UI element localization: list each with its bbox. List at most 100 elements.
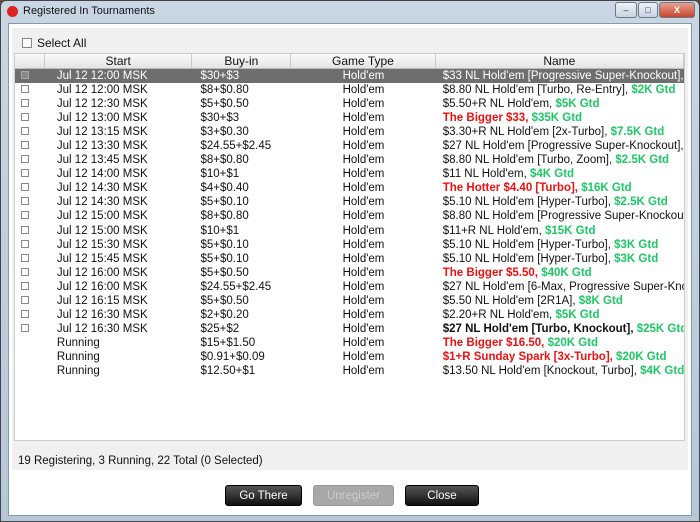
close-button[interactable]: Close — [405, 485, 479, 506]
row-checkbox-cell — [15, 336, 45, 350]
row-checkbox-cell — [15, 238, 45, 252]
table-row[interactable]: Jul 12 15:00 MSK $10+$1 Hold'em $11+R NL Ho… — [15, 224, 684, 238]
row-checkbox[interactable] — [21, 309, 29, 318]
row-checkbox[interactable] — [21, 113, 29, 122]
maximize-button[interactable]: □ — [638, 2, 658, 18]
name-segment: $5.50+R NL Hold'em, — [442, 98, 556, 111]
table-row[interactable]: Jul 12 13:45 MSK $8+$0.80 Hold'em $8.80 NL … — [15, 153, 684, 167]
buyin-cell: $10+$1 — [200, 224, 240, 237]
row-checkbox[interactable] — [21, 169, 29, 178]
game-type-cell: Hold'em — [342, 322, 385, 335]
name-cell: $3.30+R NL Hold'em [2x-Turbo], $7.5K Gtd — [436, 125, 684, 139]
start-cell: Jul 12 15:00 MSK — [56, 224, 148, 237]
row-checkbox[interactable] — [21, 141, 29, 150]
header-buyin[interactable]: Buy-in — [192, 54, 292, 68]
name-segment: $27 NL Hold'em [Progressive Super-Knocko… — [442, 140, 684, 153]
name-cell: The Bigger $33, $35K Gtd — [436, 111, 684, 125]
close-window-button[interactable]: X — [659, 2, 695, 18]
name-cell: $1+R Sunday Spark [3x-Turbo], $20K Gtd — [436, 350, 684, 364]
row-checkbox[interactable] — [21, 197, 29, 206]
checkbox-icon[interactable] — [22, 38, 32, 48]
name-cell: $5.10 NL Hold'em [Hyper-Turbo], $2.5K Gt… — [436, 195, 684, 209]
table-row[interactable]: Jul 12 12:00 MSK $30+$3 Hold'em $33 NL Hold… — [15, 69, 684, 84]
name-segment: The Bigger $5.50, — [442, 266, 542, 279]
row-checkbox[interactable] — [21, 295, 29, 304]
table-row[interactable]: Running $15+$1.50 Hold'em The Bigger $16.50… — [15, 336, 684, 350]
table-row[interactable]: Jul 12 14:00 MSK $10+$1 Hold'em $11 NL Hold… — [15, 167, 684, 181]
table-row[interactable]: Jul 12 16:30 MSK $2+$0.20 Hold'em $2.20+R N… — [15, 308, 684, 322]
row-checkbox[interactable] — [21, 99, 29, 108]
row-checkbox-cell — [15, 125, 45, 139]
dialog-content: Select All Start Buy-in Game Type Name J… — [8, 23, 692, 516]
row-checkbox[interactable] — [21, 225, 29, 234]
name-segment: $13.50 NL Hold'em [Knockout, Turbo], — [442, 364, 641, 377]
table-row[interactable]: Running $12.50+$1 Hold'em $13.50 NL Hold'em… — [15, 364, 684, 378]
table-row[interactable]: Jul 12 16:00 MSK $5+$0.50 Hold'em The Bigge… — [15, 266, 684, 280]
table-row[interactable]: Jul 12 12:00 MSK $8+$0.80 Hold'em $8.80 NL … — [15, 83, 684, 97]
row-checkbox-cell — [15, 364, 45, 378]
row-checkbox[interactable] — [21, 281, 29, 290]
app-logo-icon — [7, 6, 18, 17]
header-name[interactable]: Name — [436, 54, 684, 68]
name-cell: $8.80 NL Hold'em [Turbo, Re-Entry], $2K … — [436, 83, 684, 97]
name-cell: $27 NL Hold'em [Progressive Super-Knocko… — [436, 139, 684, 153]
table-row[interactable]: Jul 12 13:30 MSK $24.55+$2.45 Hold'em $27 N… — [15, 139, 684, 153]
buyin-cell: $5+$0.50 — [200, 98, 249, 111]
name-segment: $25K Gtd — [636, 322, 684, 335]
name-segment: The Hotter $4.40 [Turbo], — [442, 182, 582, 195]
row-checkbox[interactable] — [21, 267, 29, 276]
table-row[interactable]: Jul 12 13:00 MSK $30+$3 Hold'em The Bigger … — [15, 111, 684, 125]
table-row[interactable]: Jul 12 15:00 MSK $8+$0.80 Hold'em $8.80 NL … — [15, 209, 684, 223]
select-all-checkbox[interactable]: Select All — [22, 36, 86, 50]
name-cell: $11 NL Hold'em, $4K Gtd — [436, 167, 684, 181]
row-checkbox[interactable] — [21, 71, 29, 79]
buyin-cell: $5+$0.10 — [200, 196, 249, 209]
row-checkbox[interactable] — [21, 211, 29, 220]
table-row[interactable]: Jul 12 16:00 MSK $24.55+$2.45 Hold'em $27 N… — [15, 280, 684, 294]
name-segment: $35K Gtd — [531, 112, 583, 125]
table-row[interactable]: Jul 12 12:30 MSK $5+$0.50 Hold'em $5.50+R N… — [15, 97, 684, 111]
buyin-cell: $30+$3 — [200, 70, 240, 82]
row-checkbox-cell — [15, 111, 45, 125]
row-checkbox[interactable] — [21, 155, 29, 164]
start-cell: Jul 12 16:30 MSK — [56, 322, 148, 335]
table-row[interactable]: Jul 12 16:15 MSK $5+$0.50 Hold'em $5.50 NL … — [15, 294, 684, 308]
buyin-cell: $5+$0.10 — [200, 238, 249, 251]
status-text: 19 Registering, 3 Running, 22 Total (0 S… — [18, 455, 263, 467]
table-row[interactable]: Running $0.91+$0.09 Hold'em $1+R Sunday Spa… — [15, 350, 684, 364]
row-checkbox[interactable] — [21, 253, 29, 262]
header-checkbox-column — [15, 54, 45, 68]
game-type-cell: Hold'em — [342, 280, 385, 293]
buyin-cell: $4+$0.40 — [200, 182, 249, 195]
tournament-panel: Select All Start Buy-in Game Type Name J… — [12, 28, 688, 470]
buyin-cell: $3+$0.30 — [200, 126, 249, 139]
table-row[interactable]: Jul 12 13:15 MSK $3+$0.30 Hold'em $3.30+R N… — [15, 125, 684, 139]
table-row[interactable]: Jul 12 14:30 MSK $5+$0.10 Hold'em $5.10 NL … — [15, 195, 684, 209]
header-game-type[interactable]: Game Type — [291, 54, 436, 68]
start-cell: Running — [56, 350, 100, 363]
start-cell: Jul 12 12:00 MSK — [56, 70, 148, 82]
row-checkbox[interactable] — [21, 127, 29, 136]
table-row[interactable]: Jul 12 15:45 MSK $5+$0.10 Hold'em $5.10 NL … — [15, 252, 684, 266]
row-checkbox[interactable] — [21, 85, 29, 94]
start-cell: Jul 12 16:00 MSK — [56, 266, 148, 279]
row-checkbox[interactable] — [21, 323, 29, 332]
game-type-cell: Hold'em — [342, 252, 385, 265]
table-row[interactable]: Jul 12 15:30 MSK $5+$0.10 Hold'em $5.10 NL … — [15, 238, 684, 252]
row-checkbox[interactable] — [21, 183, 29, 192]
game-type-cell: Hold'em — [342, 336, 385, 349]
table-row[interactable]: Jul 12 14:30 MSK $4+$0.40 Hold'em The Hotte… — [15, 181, 684, 195]
header-start[interactable]: Start — [45, 54, 193, 68]
name-segment: $3.30+R NL Hold'em [2x-Turbo], — [442, 126, 611, 139]
game-type-cell: Hold'em — [342, 294, 385, 307]
row-checkbox-cell — [15, 252, 45, 266]
unregister-button[interactable]: Unregister — [313, 485, 394, 506]
go-there-button[interactable]: Go There — [225, 485, 302, 506]
name-segment: $11+R NL Hold'em, — [442, 224, 545, 237]
name-cell: $13.50 NL Hold'em [Knockout, Turbo], $4K… — [436, 364, 684, 378]
minimize-button[interactable]: – — [615, 2, 637, 18]
table-row[interactable]: Jul 12 16:30 MSK $25+$2 Hold'em $27 NL Hold… — [15, 322, 684, 336]
name-cell: $5.50 NL Hold'em [2R1A], $8K Gtd — [436, 294, 684, 308]
row-checkbox[interactable] — [21, 239, 29, 248]
title-bar[interactable]: Registered In Tournaments – □ X — [1, 1, 699, 23]
